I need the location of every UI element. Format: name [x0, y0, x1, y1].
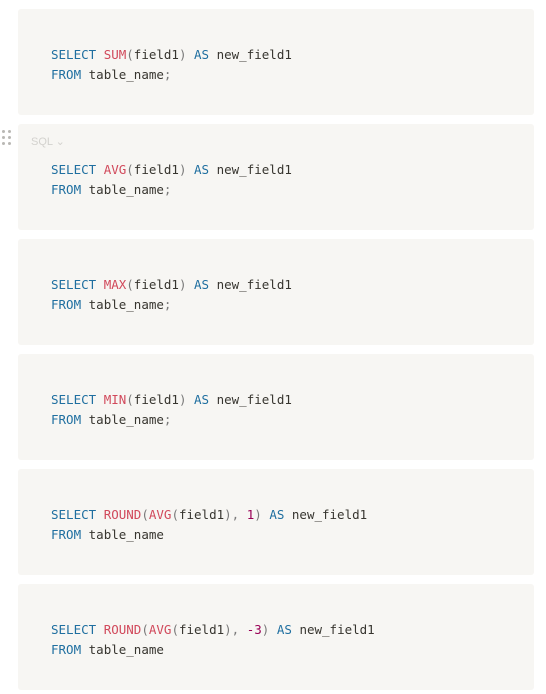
paren-open: ( — [126, 162, 134, 177]
function-name: SUM — [103, 47, 127, 62]
paren-close: ) — [178, 277, 187, 292]
paren-close: ) — [224, 507, 232, 522]
alias: new_field1 — [291, 507, 368, 522]
semicolon: ; — [163, 412, 172, 427]
keyword-from: FROM — [51, 527, 82, 542]
paren-close: ) — [261, 622, 270, 637]
alias: new_field1 — [299, 622, 375, 637]
function-name-inner: AVG — [148, 507, 172, 522]
paren-open: ( — [171, 507, 179, 522]
argument: field1 — [133, 47, 179, 62]
keyword-as: AS — [194, 162, 210, 177]
alias: new_field1 — [216, 47, 292, 62]
paren-open: ( — [126, 392, 134, 407]
code-content[interactable]: SELECT ROUND(AVG(field1), -3) AS new_fie… — [51, 620, 375, 660]
paren-close: ) — [178, 392, 187, 407]
comma: , — [231, 507, 240, 522]
semicolon: ; — [163, 182, 172, 197]
code-content[interactable]: SELECT AVG(field1) AS new_field1 FROM ta… — [51, 160, 292, 200]
number-literal: -3 — [246, 622, 262, 637]
code-block-sum[interactable]: SELECT SUM(field1) AS new_field1 FROM ta… — [18, 9, 534, 115]
keyword-as: AS — [269, 507, 285, 522]
language-label: SQL — [31, 136, 53, 148]
table-name: table_name — [88, 297, 164, 312]
table-name: table_name — [88, 642, 164, 657]
table-name: table_name — [88, 67, 164, 82]
keyword-from: FROM — [51, 412, 82, 427]
keyword-as: AS — [194, 47, 210, 62]
alias: new_field1 — [216, 392, 292, 407]
argument: field1 — [133, 162, 179, 177]
code-content[interactable]: SELECT MAX(field1) AS new_field1 FROM ta… — [51, 275, 292, 315]
chevron-down-icon: ⌄ — [55, 136, 65, 148]
code-content[interactable]: SELECT ROUND(AVG(field1), 1) AS new_fiel… — [51, 505, 367, 545]
alias: new_field1 — [216, 162, 292, 177]
function-name-inner: AVG — [148, 622, 172, 637]
keyword-select: SELECT — [51, 622, 97, 637]
table-name: table_name — [88, 527, 164, 542]
code-block-round-1[interactable]: SELECT ROUND(AVG(field1), 1) AS new_fiel… — [18, 469, 534, 575]
paren-open: ( — [141, 622, 149, 637]
paren-close: ) — [178, 162, 187, 177]
semicolon: ; — [163, 67, 172, 82]
argument: field1 — [133, 277, 179, 292]
keyword-as: AS — [194, 392, 210, 407]
table-name: table_name — [88, 182, 164, 197]
keyword-select: SELECT — [51, 162, 97, 177]
paren-close: ) — [178, 47, 187, 62]
table-name: table_name — [88, 412, 164, 427]
code-content[interactable]: SELECT MIN(field1) AS new_field1 FROM ta… — [51, 390, 292, 430]
drag-handle-icon[interactable] — [2, 130, 12, 146]
keyword-as: AS — [194, 277, 210, 292]
function-name-outer: ROUND — [103, 507, 142, 522]
function-name-outer: ROUND — [103, 622, 142, 637]
keyword-as: AS — [276, 622, 292, 637]
paren-open: ( — [126, 47, 134, 62]
semicolon: ; — [163, 297, 172, 312]
code-block-min[interactable]: SELECT MIN(field1) AS new_field1 FROM ta… — [18, 354, 534, 460]
code-content[interactable]: SELECT SUM(field1) AS new_field1 FROM ta… — [51, 45, 292, 85]
comma: , — [231, 622, 240, 637]
paren-close: ) — [254, 507, 262, 522]
alias: new_field1 — [216, 277, 292, 292]
function-name: MIN — [103, 392, 127, 407]
keyword-from: FROM — [51, 67, 82, 82]
keyword-select: SELECT — [51, 507, 97, 522]
code-block-avg[interactable]: SQL ⌄ SELECT AVG(field1) AS new_field1 F… — [18, 124, 534, 230]
code-block-round-neg3[interactable]: SELECT ROUND(AVG(field1), -3) AS new_fie… — [18, 584, 534, 690]
paren-close: ) — [224, 622, 232, 637]
paren-open: ( — [141, 507, 149, 522]
keyword-from: FROM — [51, 182, 82, 197]
keyword-select: SELECT — [51, 277, 97, 292]
argument: field1 — [178, 507, 225, 522]
paren-open: ( — [171, 622, 179, 637]
argument: field1 — [178, 622, 225, 637]
keyword-select: SELECT — [51, 47, 97, 62]
function-name: AVG — [103, 162, 127, 177]
keyword-from: FROM — [51, 297, 82, 312]
code-block-max[interactable]: SELECT MAX(field1) AS new_field1 FROM ta… — [18, 239, 534, 345]
keyword-from: FROM — [51, 642, 82, 657]
argument: field1 — [133, 392, 179, 407]
keyword-select: SELECT — [51, 392, 97, 407]
language-selector[interactable]: SQL ⌄ — [31, 135, 65, 148]
function-name: MAX — [103, 277, 127, 292]
paren-open: ( — [126, 277, 134, 292]
